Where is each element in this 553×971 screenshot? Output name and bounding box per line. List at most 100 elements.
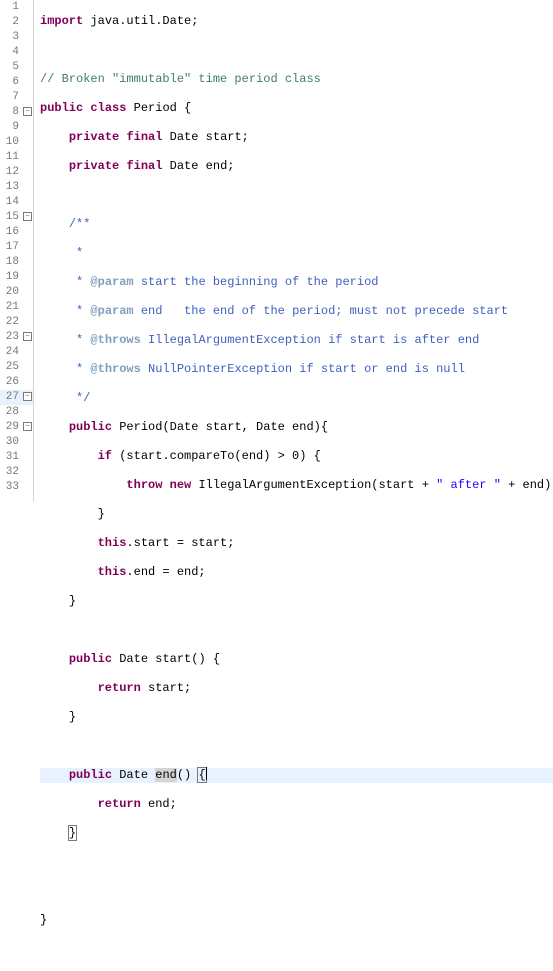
code-text: Date start; (162, 130, 248, 144)
javadoc: * (69, 304, 91, 318)
code-line[interactable]: this.end = end; (40, 565, 553, 580)
line-number: 31 (0, 450, 33, 465)
line-number: 26 (0, 375, 33, 390)
keyword: final (126, 159, 162, 173)
javadoc: IllegalArgumentException if start is aft… (141, 333, 479, 347)
code-text: } (69, 710, 76, 724)
code-text: () (177, 768, 199, 782)
keyword: if (98, 449, 112, 463)
code-text: start; (141, 681, 191, 695)
code-line[interactable] (40, 43, 553, 58)
code-line[interactable]: } (40, 594, 553, 609)
code-text: java.util.Date; (83, 14, 198, 28)
code-line[interactable]: return end; (40, 797, 553, 812)
code-line[interactable]: private final Date end; (40, 159, 553, 174)
line-number: 23− (0, 330, 33, 345)
line-number: 28 (0, 405, 33, 420)
code-line[interactable]: import java.util.Date; (40, 14, 553, 29)
selected-text: end (155, 768, 177, 782)
line-number: 22 (0, 315, 33, 330)
code-text: } (69, 594, 76, 608)
code-text: (start.compareTo(end) > 0) { (112, 449, 321, 463)
keyword: private (69, 159, 119, 173)
javadoc-tag: @param (90, 275, 133, 289)
code-line[interactable] (40, 739, 553, 754)
keyword: return (98, 681, 141, 695)
line-number: 4 (0, 45, 33, 60)
code-text: Date (112, 768, 155, 782)
code-line[interactable]: } (40, 710, 553, 725)
line-number: 18 (0, 255, 33, 270)
code-line[interactable] (40, 188, 553, 203)
code-line[interactable]: public Date start() { (40, 652, 553, 667)
keyword: public (69, 420, 112, 434)
line-number: 7 (0, 90, 33, 105)
fold-collapse-icon[interactable]: − (23, 212, 32, 221)
line-number: 30 (0, 435, 33, 450)
keyword: this (98, 565, 127, 579)
line-number: 33 (0, 480, 33, 495)
code-line[interactable]: * (40, 246, 553, 261)
line-number: 32 (0, 465, 33, 480)
line-number: 14 (0, 195, 33, 210)
fold-collapse-icon[interactable]: − (23, 107, 32, 116)
keyword: final (126, 130, 162, 144)
code-line[interactable]: if (start.compareTo(end) > 0) { (40, 449, 553, 464)
code-line[interactable] (40, 623, 553, 638)
code-line[interactable] (40, 884, 553, 899)
code-line[interactable]: public Period(Date start, Date end){ (40, 420, 553, 435)
code-text: } (40, 913, 47, 927)
line-number: 11 (0, 150, 33, 165)
fold-collapse-icon[interactable]: − (23, 392, 32, 401)
fold-collapse-icon[interactable]: − (23, 332, 32, 341)
string-literal: " after " (436, 478, 501, 492)
line-number: 13 (0, 180, 33, 195)
code-line[interactable]: this.start = start; (40, 536, 553, 551)
bracket-match: } (68, 825, 77, 841)
line-number: 8− (0, 105, 33, 120)
code-line[interactable] (40, 855, 553, 870)
javadoc: * (69, 275, 91, 289)
code-line[interactable]: throw new IllegalArgumentException(start… (40, 478, 553, 493)
code-line[interactable]: * @param end the end of the period; must… (40, 304, 553, 319)
code-line[interactable]: } (40, 507, 553, 522)
code-text: Date end; (162, 159, 234, 173)
keyword: this (98, 536, 127, 550)
code-editor[interactable]: import java.util.Date; // Broken "immuta… (34, 0, 553, 502)
line-number: 29− (0, 420, 33, 435)
line-number: 6 (0, 75, 33, 90)
javadoc-tag: @throws (90, 362, 140, 376)
code-line[interactable]: * @param start the beginning of the peri… (40, 275, 553, 290)
code-text: .end = end; (126, 565, 205, 579)
javadoc: * (69, 333, 91, 347)
code-line[interactable]: return start; (40, 681, 553, 696)
code-line-current[interactable]: public Date end() { (40, 768, 553, 783)
line-number: 2 (0, 15, 33, 30)
line-number: 17 (0, 240, 33, 255)
code-line[interactable]: /** (40, 217, 553, 232)
fold-collapse-icon[interactable]: − (23, 422, 32, 431)
line-number: 27− (0, 390, 33, 405)
code-line[interactable]: * @throws NullPointerException if start … (40, 362, 553, 377)
code-line[interactable]: public class Period { (40, 101, 553, 116)
line-number: 10 (0, 135, 33, 150)
line-number-gutter: 1 2 3 4 5 6 7 8− 9 10 11 12 13 14 15− 16… (0, 0, 34, 502)
code-line[interactable] (40, 942, 553, 957)
javadoc-tag: @throws (90, 333, 140, 347)
line-number: 5 (0, 60, 33, 75)
code-line[interactable]: // Broken "immutable" time period class (40, 72, 553, 87)
code-line[interactable]: * @throws IllegalArgumentException if st… (40, 333, 553, 348)
code-line[interactable]: */ (40, 391, 553, 406)
keyword: new (170, 478, 192, 492)
line-number: 20 (0, 285, 33, 300)
keyword: public (69, 652, 112, 666)
line-number: 15− (0, 210, 33, 225)
code-line[interactable]: } (40, 826, 553, 841)
javadoc: */ (69, 391, 91, 405)
line-number: 9 (0, 120, 33, 135)
code-text: + end); (501, 478, 553, 492)
javadoc: NullPointerException if start or end is … (141, 362, 465, 376)
code-line[interactable]: private final Date start; (40, 130, 553, 145)
code-line[interactable]: } (40, 913, 553, 928)
code-text: } (98, 507, 105, 521)
